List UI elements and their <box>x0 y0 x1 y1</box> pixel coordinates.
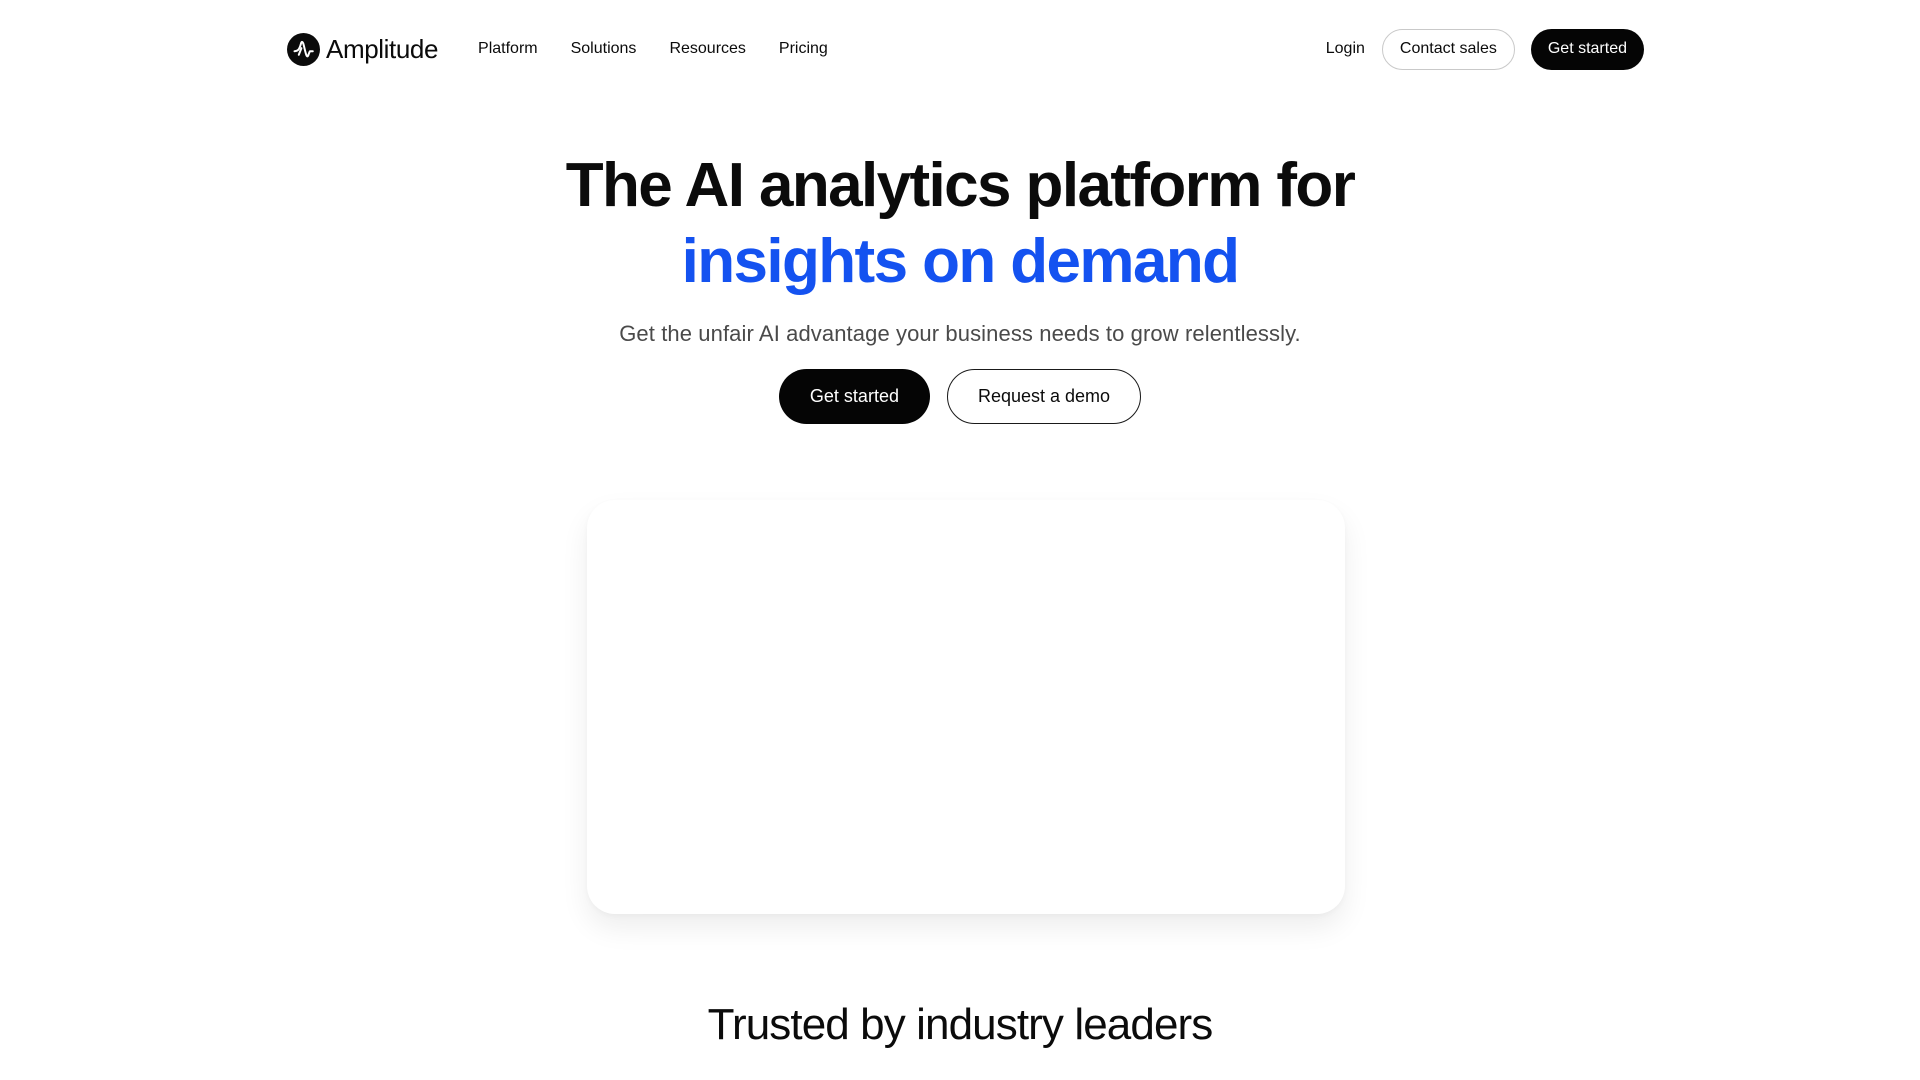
hero-heading: The AI analytics platform for insights o… <box>0 148 1920 300</box>
amplitude-logo-icon <box>287 32 320 66</box>
hero-get-started-button[interactable]: Get started <box>778 369 930 424</box>
nav-actions: Login Contact sales Get started <box>1326 28 1644 70</box>
login-link[interactable]: Login <box>1326 40 1365 58</box>
nav-item-resources[interactable]: Resources <box>669 40 745 58</box>
nav-get-started-button[interactable]: Get started <box>1530 28 1644 70</box>
request-demo-button[interactable]: Request a demo <box>946 369 1142 424</box>
amplitude-logo[interactable]: Amplitude <box>287 32 439 66</box>
brand-name: Amplitude <box>326 33 439 64</box>
nav-item-platform[interactable]: Platform <box>478 40 538 58</box>
product-preview-card <box>587 500 1345 914</box>
hero-cta-group: Get started Request a demo <box>0 369 1920 424</box>
main-menu: Platform Solutions Resources Pricing <box>478 40 861 58</box>
hero-title-line: The AI analytics platform for <box>565 151 1356 220</box>
contact-sales-button[interactable]: Contact sales <box>1381 28 1515 70</box>
hero-subtitle: Get the unfair AI advantage your busines… <box>619 321 1301 346</box>
hero-section: The AI analytics platform for insights o… <box>0 148 1920 424</box>
hero-title-accent: insights on demand <box>681 227 1240 296</box>
top-navigation: Amplitude Platform Solutions Resources P… <box>287 28 1644 70</box>
nav-item-solutions[interactable]: Solutions <box>571 40 637 58</box>
nav-item-pricing[interactable]: Pricing <box>779 40 828 58</box>
trusted-heading: Trusted by industry leaders <box>707 1000 1214 1049</box>
